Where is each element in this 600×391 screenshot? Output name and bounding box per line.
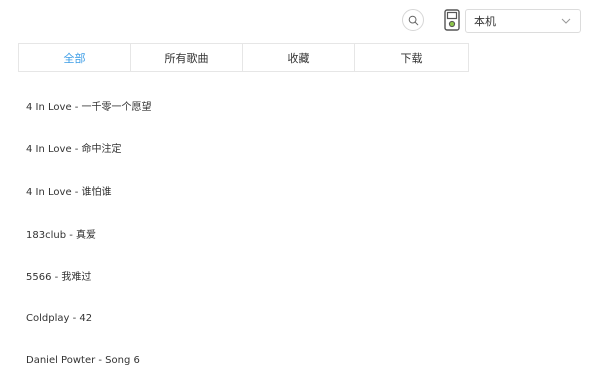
search-button[interactable] xyxy=(402,9,424,31)
song-list-item[interactable]: Daniel Powter - Song 6 xyxy=(0,340,600,383)
tab-downloads[interactable]: 下载 xyxy=(355,44,468,71)
device-select[interactable]: 本机 xyxy=(465,9,581,33)
song-list: 4 In Love - 一千零一个愿望 4 In Love - 命中注定 4 I… xyxy=(0,84,600,382)
song-list-item[interactable]: Coldplay - 42 xyxy=(0,297,600,340)
song-list-item[interactable]: 4 In Love - 一千零一个愿望 xyxy=(0,84,600,127)
tab-favorites[interactable]: 收藏 xyxy=(243,44,355,71)
song-list-item[interactable]: 4 In Love - 谁怕谁 xyxy=(0,169,600,212)
tab-all-songs[interactable]: 所有歌曲 xyxy=(131,44,243,71)
song-list-item[interactable]: 183club - 真爱 xyxy=(0,212,600,255)
device-select-value: 本机 xyxy=(474,15,496,28)
song-list-item[interactable]: 5566 - 我难过 xyxy=(0,254,600,297)
tab-all[interactable]: 全部 xyxy=(19,44,131,71)
song-list-item[interactable]: 4 In Love - 命中注定 xyxy=(0,127,600,170)
search-icon xyxy=(408,15,418,25)
tab-bar: 全部 所有歌曲 收藏 下载 xyxy=(18,43,469,72)
chevron-down-icon xyxy=(560,15,572,27)
app-window: 本机 全部 所有歌曲 收藏 下载 4 In Love - 一千零一个愿望 4 I… xyxy=(0,0,600,391)
ipod-device-icon[interactable] xyxy=(444,9,460,31)
